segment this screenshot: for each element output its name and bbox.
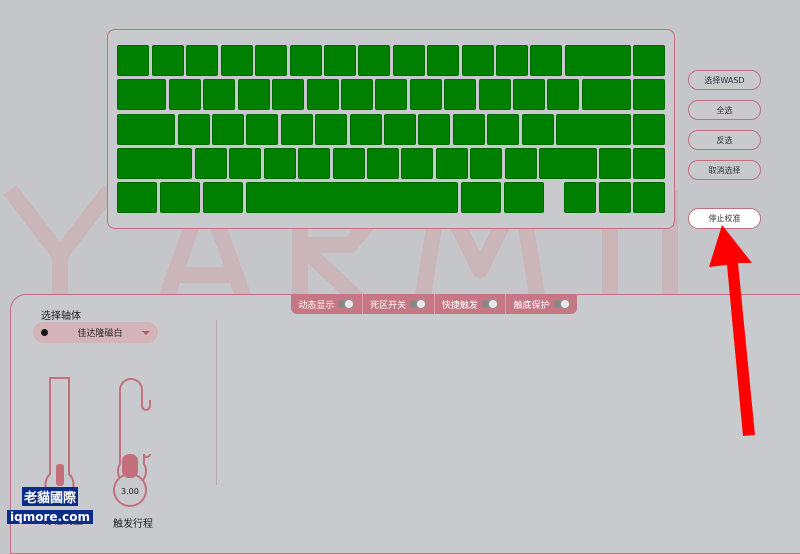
key-r5-8[interactable] [599, 182, 631, 213]
key-r2-6[interactable] [307, 79, 339, 110]
slider-thumb[interactable] [122, 454, 138, 478]
toggle-rapid-trigger[interactable]: 快捷触发 [435, 294, 507, 314]
key-r3-14[interactable] [633, 114, 665, 145]
chevron-down-icon [142, 330, 150, 335]
key-r4-2[interactable] [195, 148, 227, 179]
key-r4-7[interactable] [367, 148, 399, 179]
key-r3-3[interactable] [212, 114, 244, 145]
key-r2-10[interactable] [444, 79, 476, 110]
key-r4-3[interactable] [229, 148, 261, 179]
red-arrow-annotation [709, 225, 755, 436]
key-r1-2[interactable] [152, 45, 184, 76]
toggle-deadzone[interactable]: 死区开关 [363, 294, 435, 314]
key-r1-5[interactable] [255, 45, 287, 76]
key-r5-4[interactable] [246, 182, 458, 213]
key-r2-5[interactable] [272, 79, 304, 110]
key-r1-4[interactable] [221, 45, 253, 76]
key-r4-13[interactable] [599, 148, 631, 179]
key-r5-9[interactable] [633, 182, 665, 213]
watermark-url: iqmore.com [7, 510, 93, 524]
key-r1-7[interactable] [324, 45, 356, 76]
key-r3-9[interactable] [418, 114, 450, 145]
key-r3-12[interactable] [522, 114, 554, 145]
switch-icon[interactable] [338, 299, 355, 309]
key-r4-4[interactable] [264, 148, 296, 179]
key-r5-5[interactable] [461, 182, 501, 213]
key-r1-12[interactable] [496, 45, 528, 76]
key-r2-14[interactable] [582, 79, 631, 110]
key-r5-6[interactable] [504, 182, 544, 213]
key-r3-11[interactable] [487, 114, 519, 145]
key-r1-1[interactable] [117, 45, 149, 76]
dropdown-selected-value: 佳达隆磁白 [77, 329, 123, 339]
key-r2-2[interactable] [169, 79, 201, 110]
key-r1-13[interactable] [530, 45, 562, 76]
panel-divider [216, 320, 217, 485]
switch-type-dropdown[interactable]: 佳达隆磁白 [33, 322, 158, 343]
key-r3-13[interactable] [556, 114, 631, 145]
key-r1-8[interactable] [358, 45, 390, 76]
feature-toggle-bar: 动态显示 死区开关 快捷触发 触底保护 [291, 294, 577, 314]
key-r4-6[interactable] [333, 148, 365, 179]
slider-thumb[interactable] [56, 464, 64, 486]
dot-icon [41, 329, 48, 336]
key-r3-1[interactable] [117, 114, 175, 145]
trigger-travel-caption: 触发行程 [113, 519, 153, 530]
key-r3-4[interactable] [246, 114, 278, 145]
trigger-travel-value: 3.00 [121, 487, 139, 496]
axis-select-label: 选择轴体 [41, 311, 81, 322]
site-watermark: 老貓國際 iqmore.com [6, 487, 94, 525]
key-r5-3[interactable] [203, 182, 243, 213]
key-r4-8[interactable] [401, 148, 433, 179]
toggle-label: 触底保护 [513, 300, 550, 311]
key-r1-10[interactable] [427, 45, 459, 76]
key-r5-2[interactable] [160, 182, 200, 213]
switch-icon[interactable] [410, 299, 427, 309]
clear-selection-button[interactable]: 取消选择 [688, 160, 761, 180]
key-r2-12[interactable] [513, 79, 545, 110]
key-r1-11[interactable] [462, 45, 494, 76]
key-r1-15[interactable] [633, 45, 665, 76]
key-r4-14[interactable] [633, 148, 665, 179]
key-r2-7[interactable] [341, 79, 373, 110]
key-r2-3[interactable] [203, 79, 235, 110]
key-r3-8[interactable] [384, 114, 416, 145]
key-r2-4[interactable] [238, 79, 270, 110]
keyboard-layout [107, 29, 675, 229]
invert-selection-button[interactable]: 反选 [688, 130, 761, 150]
key-r4-5[interactable] [298, 148, 330, 179]
key-r4-9[interactable] [436, 148, 468, 179]
toggle-dynamic-display[interactable]: 动态显示 [291, 294, 363, 314]
key-r3-10[interactable] [453, 114, 485, 145]
key-r2-11[interactable] [479, 79, 511, 110]
key-r5-7[interactable] [564, 182, 596, 213]
key-r4-1[interactable] [117, 148, 192, 179]
key-r1-6[interactable] [290, 45, 322, 76]
switch-icon[interactable] [481, 299, 498, 309]
key-r5-1[interactable] [117, 182, 157, 213]
key-r3-6[interactable] [315, 114, 347, 145]
key-r4-10[interactable] [470, 148, 502, 179]
key-r2-13[interactable] [547, 79, 579, 110]
watermark-text: 老貓國際 [21, 487, 78, 506]
toggle-label: 动态显示 [298, 300, 335, 311]
key-r1-3[interactable] [186, 45, 218, 76]
key-r1-14[interactable] [565, 45, 631, 76]
toggle-label: 死区开关 [370, 300, 407, 311]
key-r2-9[interactable] [410, 79, 442, 110]
select-wasd-button[interactable]: 选择WASD [688, 70, 761, 90]
key-r3-7[interactable] [350, 114, 382, 145]
key-r3-2[interactable] [178, 114, 210, 145]
key-r2-8[interactable] [375, 79, 407, 110]
key-r2-15[interactable] [633, 79, 665, 110]
key-r4-11[interactable] [505, 148, 537, 179]
key-r2-1[interactable] [117, 79, 166, 110]
key-r1-9[interactable] [393, 45, 425, 76]
toggle-bottom-protection[interactable]: 触底保护 [506, 294, 577, 314]
toggle-label: 快捷触发 [441, 300, 478, 311]
select-all-button[interactable]: 全选 [688, 100, 761, 120]
key-r3-5[interactable] [281, 114, 313, 145]
switch-icon[interactable] [553, 299, 570, 309]
key-r4-12[interactable] [539, 148, 597, 179]
